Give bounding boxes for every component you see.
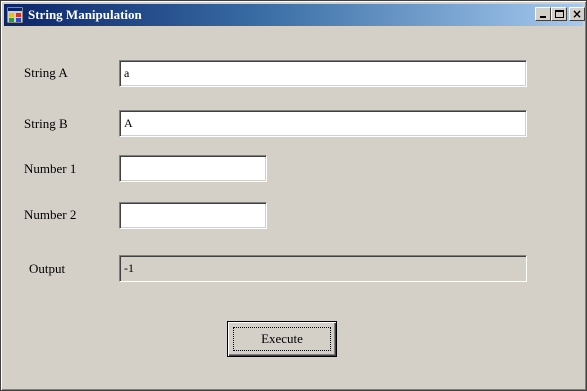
close-button[interactable]: × (569, 7, 585, 21)
string-a-input[interactable]: a (119, 60, 527, 87)
number-1-label: Number 1 (24, 161, 77, 176)
close-icon: × (571, 7, 583, 21)
number-2-label: Number 2 (24, 207, 77, 222)
number-2-input[interactable] (119, 202, 267, 229)
minimize-icon (540, 16, 546, 18)
output-label: Output (29, 261, 66, 276)
string-b-input[interactable]: A (119, 110, 527, 137)
string-b-label: String B (24, 116, 68, 131)
output-field: -1 (119, 255, 527, 282)
minimize-button[interactable] (535, 7, 551, 21)
number-1-input[interactable] (119, 155, 267, 182)
app-window: String Manipulation × String A a String … (0, 0, 587, 391)
maximize-button[interactable] (551, 7, 567, 21)
window-title: String Manipulation (28, 7, 142, 22)
execute-button[interactable]: Execute (227, 321, 337, 357)
title-bar[interactable]: String Manipulation × (4, 4, 585, 26)
app-form-icon[interactable] (7, 7, 23, 23)
maximize-icon (555, 10, 564, 18)
execute-button-label: Execute (261, 331, 303, 346)
string-a-label: String A (24, 65, 68, 80)
